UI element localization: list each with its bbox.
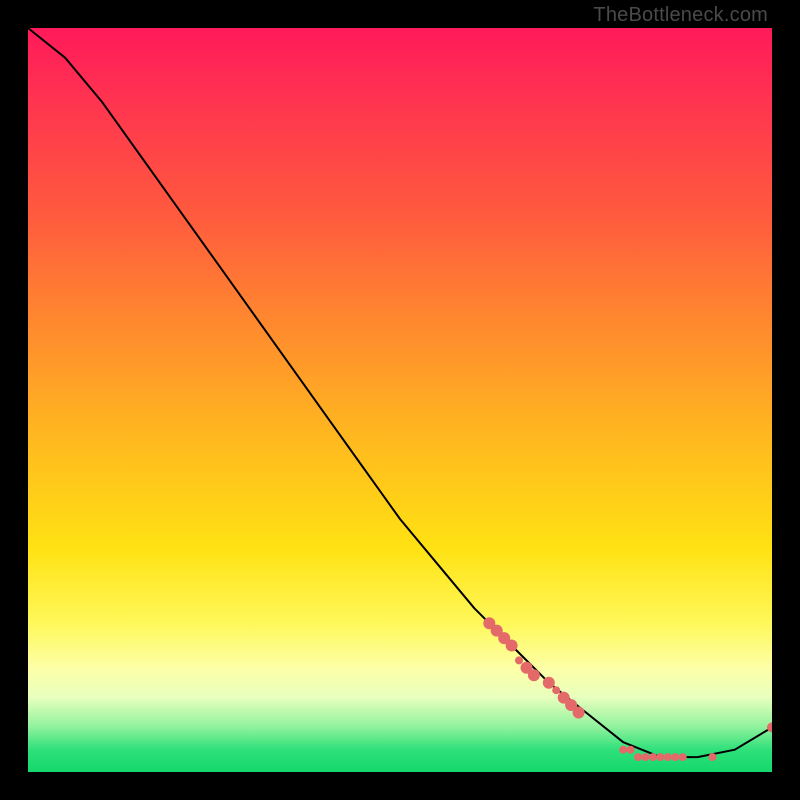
bottleneck-curve-path bbox=[28, 28, 772, 757]
marker-dot bbox=[573, 707, 585, 719]
marker-dot bbox=[543, 677, 555, 689]
marker-dot bbox=[664, 753, 672, 761]
marker-dot bbox=[649, 753, 657, 761]
marker-dot bbox=[552, 686, 560, 694]
marker-dot bbox=[709, 753, 717, 761]
marker-dot bbox=[634, 753, 642, 761]
marker-dot bbox=[656, 753, 664, 761]
plot-area bbox=[28, 28, 772, 772]
markers-layer bbox=[483, 617, 772, 761]
marker-dot bbox=[627, 746, 635, 754]
chart-stage: TheBottleneck.com bbox=[0, 0, 800, 800]
marker-dot bbox=[528, 669, 540, 681]
marker-dot bbox=[642, 753, 650, 761]
marker-dot bbox=[671, 753, 679, 761]
curve-layer bbox=[28, 28, 772, 757]
watermark-text: TheBottleneck.com bbox=[593, 4, 768, 27]
marker-dot bbox=[515, 656, 523, 664]
marker-dot bbox=[506, 640, 518, 652]
marker-dot bbox=[619, 746, 627, 754]
chart-overlay-svg bbox=[28, 28, 772, 772]
marker-dot bbox=[679, 753, 687, 761]
